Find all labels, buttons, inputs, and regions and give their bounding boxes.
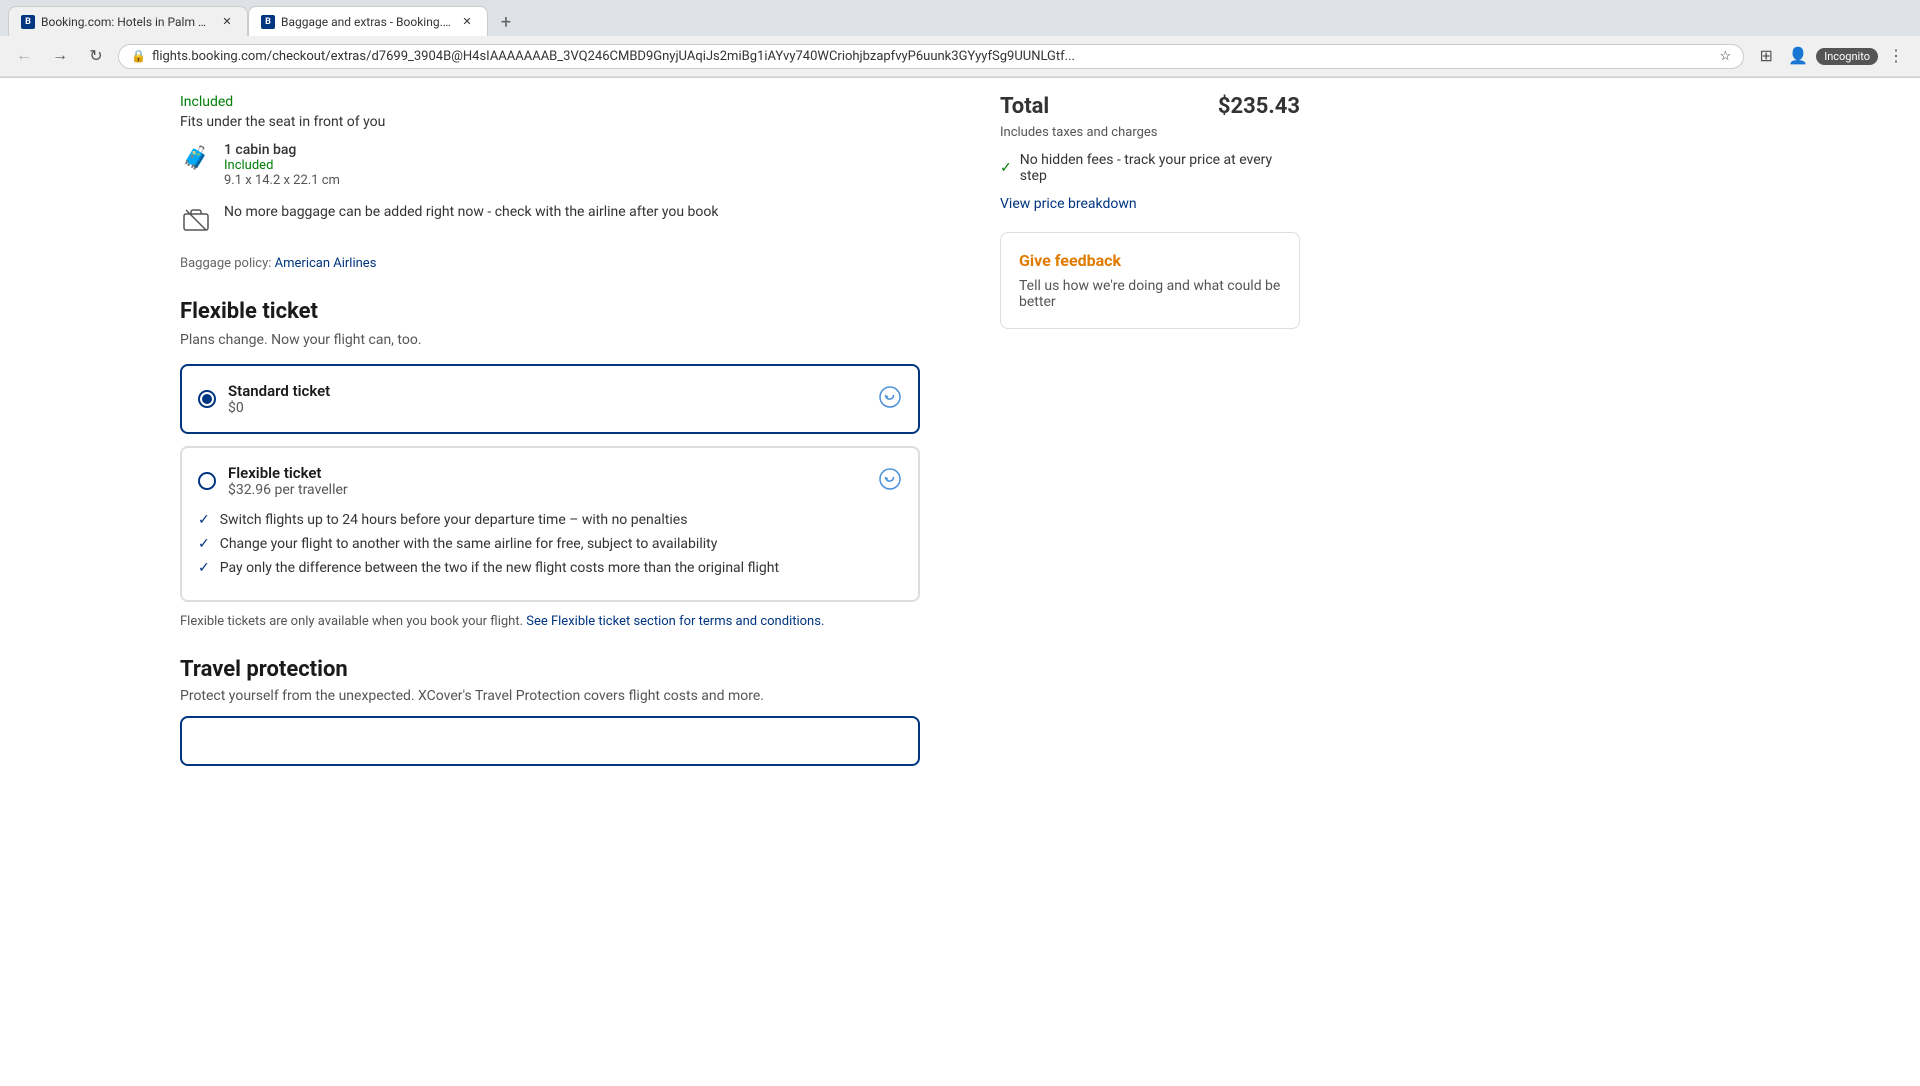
feature-text-2: Change your flight to another with the s… <box>220 536 718 552</box>
flexible-ticket-header: Flexible ticket $32.96 per traveller <box>198 464 902 498</box>
terms-link[interactable]: See Flexible ticket section for terms an… <box>526 614 824 629</box>
flexible-ticket-info: Flexible ticket $32.96 per traveller <box>228 464 348 498</box>
standard-ticket-option[interactable]: Standard ticket $0 <box>180 364 920 434</box>
main-content: Included Fits under the seat in front of… <box>0 78 960 1086</box>
flexible-ticket-features: ✓ Switch flights up to 24 hours before y… <box>198 512 902 576</box>
view-breakdown-link[interactable]: View price breakdown <box>1000 196 1300 212</box>
flexible-note-text: Flexible tickets are only available when… <box>180 614 523 629</box>
url-text: flights.booking.com/checkout/extras/d769… <box>152 49 1714 64</box>
cabin-bag-icon: 🧳 <box>180 142 212 174</box>
standard-ticket-name: Standard ticket <box>228 382 330 400</box>
browser-chrome: B Booking.com: Hotels in Palm Sp... ✕ B … <box>0 0 1920 78</box>
check-green-icon: ✓ <box>1000 160 1012 176</box>
feature-1: ✓ Switch flights up to 24 hours before y… <box>198 512 902 528</box>
baggage-policy: Baggage policy: American Airlines <box>180 256 920 271</box>
tab-close-baggage[interactable]: ✕ <box>459 14 475 30</box>
tab-baggage[interactable]: B Baggage and extras - Booking.c... ✕ <box>248 6 488 36</box>
tab-hotels[interactable]: B Booking.com: Hotels in Palm Sp... ✕ <box>8 6 248 36</box>
standard-ticket-left: Standard ticket $0 <box>198 382 330 416</box>
cabin-bag-item: 🧳 1 cabin bag Included 9.1 x 14.2 x 22.1… <box>180 142 920 188</box>
extensions-button[interactable]: ⊞ <box>1752 42 1780 70</box>
cabin-bag-included: Included <box>224 158 340 173</box>
flexible-ticket-price: $32.96 per traveller <box>228 482 348 498</box>
flexible-ticket-subtitle: Plans change. Now your flight can, too. <box>180 332 920 348</box>
check-icon-1: ✓ <box>198 512 210 528</box>
feature-3: ✓ Pay only the difference between the tw… <box>198 560 902 576</box>
page-content: Included Fits under the seat in front of… <box>0 78 1920 1086</box>
address-bar[interactable]: 🔒 flights.booking.com/checkout/extras/d7… <box>118 44 1744 69</box>
tab-title-hotels: Booking.com: Hotels in Palm Sp... <box>41 15 213 29</box>
cabin-bag-text: 1 cabin bag Included 9.1 x 14.2 x 22.1 c… <box>224 142 340 188</box>
flexible-ticket-radio[interactable] <box>198 472 216 490</box>
standard-ticket-header: Standard ticket $0 <box>198 382 902 416</box>
no-more-baggage: No more baggage can be added right now -… <box>180 204 920 236</box>
travel-protection-box <box>180 716 920 766</box>
tab-close-hotels[interactable]: ✕ <box>219 14 235 30</box>
total-section: Total $235.43 Includes taxes and charges… <box>1000 94 1300 212</box>
toolbar-actions: ⊞ 👤 Incognito ⋮ <box>1752 42 1910 70</box>
flexible-ticket-refresh-icon <box>878 467 902 495</box>
total-label: Total <box>1000 94 1049 119</box>
browser-tabs: B Booking.com: Hotels in Palm Sp... ✕ B … <box>0 0 1920 36</box>
menu-button[interactable]: ⋮ <box>1882 42 1910 70</box>
no-baggage-icon <box>180 204 212 236</box>
personal-item-included: Included <box>180 94 920 110</box>
no-hidden-fees: ✓ No hidden fees - track your price at e… <box>1000 152 1300 184</box>
total-amount: $235.43 <box>1218 94 1300 119</box>
airline-policy-link[interactable]: American Airlines <box>275 256 377 271</box>
total-subtitle: Includes taxes and charges <box>1000 125 1300 140</box>
check-icon-3: ✓ <box>198 560 210 576</box>
no-more-text: No more baggage can be added right now -… <box>224 204 718 220</box>
lock-icon: 🔒 <box>131 49 146 63</box>
cabin-bag-name: 1 cabin bag <box>224 142 340 158</box>
personal-item-description: Fits under the seat in front of you <box>180 114 920 130</box>
feedback-title: Give feedback <box>1019 251 1281 270</box>
sidebar: Total $235.43 Includes taxes and charges… <box>960 78 1340 1086</box>
flexible-note: Flexible tickets are only available when… <box>180 614 920 629</box>
total-header: Total $235.43 <box>1000 94 1300 119</box>
feedback-text: Tell us how we're doing and what could b… <box>1019 278 1281 310</box>
cabin-bag-dimensions: 9.1 x 14.2 x 22.1 cm <box>224 173 340 188</box>
flexible-ticket-title: Flexible ticket <box>180 299 920 324</box>
flexible-ticket-section: Flexible ticket Plans change. Now your f… <box>180 299 920 629</box>
new-tab-button[interactable]: + <box>492 8 520 36</box>
flexible-ticket-left: Flexible ticket $32.96 per traveller <box>198 464 348 498</box>
standard-ticket-info: Standard ticket $0 <box>228 382 330 416</box>
back-button[interactable]: ← <box>10 42 38 70</box>
forward-button[interactable]: → <box>46 42 74 70</box>
reload-button[interactable]: ↻ <box>82 42 110 70</box>
tab-title-baggage: Baggage and extras - Booking.c... <box>281 15 453 29</box>
browser-toolbar: ← → ↻ 🔒 flights.booking.com/checkout/ext… <box>0 36 1920 77</box>
check-icon-2: ✓ <box>198 536 210 552</box>
incognito-badge: Incognito <box>1816 48 1878 65</box>
flexible-ticket-option[interactable]: Flexible ticket $32.96 per traveller <box>180 446 920 602</box>
tab-favicon-baggage: B <box>261 15 275 29</box>
feature-text-3: Pay only the difference between the two … <box>220 560 779 576</box>
feedback-box[interactable]: Give feedback Tell us how we're doing an… <box>1000 232 1300 329</box>
baggage-policy-label: Baggage policy: <box>180 256 271 271</box>
star-icon[interactable]: ☆ <box>1720 49 1732 64</box>
travel-protection-subtitle: Protect yourself from the unexpected. XC… <box>180 688 920 704</box>
flexible-ticket-name: Flexible ticket <box>228 464 348 482</box>
tab-favicon-hotels: B <box>21 15 35 29</box>
feature-2: ✓ Change your flight to another with the… <box>198 536 902 552</box>
standard-ticket-radio[interactable] <box>198 390 216 408</box>
travel-protection-title: Travel protection <box>180 657 920 682</box>
feature-text-1: Switch flights up to 24 hours before you… <box>220 512 688 528</box>
no-hidden-fees-text: No hidden fees - track your price at eve… <box>1020 152 1300 184</box>
standard-ticket-price: $0 <box>228 400 330 416</box>
baggage-info: Included Fits under the seat in front of… <box>180 94 920 271</box>
standard-ticket-refresh-icon <box>878 385 902 414</box>
travel-protection-section: Travel protection Protect yourself from … <box>180 657 920 766</box>
profile-button[interactable]: 👤 <box>1784 42 1812 70</box>
